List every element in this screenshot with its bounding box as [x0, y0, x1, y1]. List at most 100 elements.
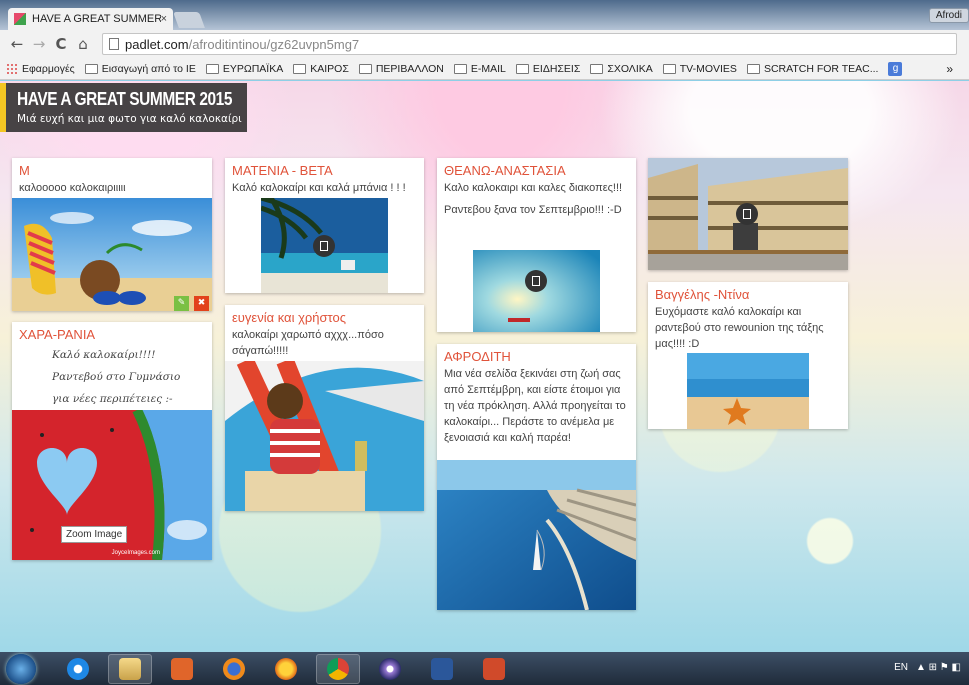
post-title: ΜΑΤΕΝΙΑ - ΒΕΤΑ	[232, 163, 333, 178]
starfish-beach-image[interactable]	[687, 353, 809, 429]
folder-icon	[746, 63, 760, 74]
taskbar-app-icon[interactable]	[368, 654, 412, 684]
beach-sandals-image[interactable]	[12, 198, 212, 311]
browser-titlebar: HAVE A GREAT SUMMER × Afrodi	[0, 0, 969, 30]
post-title: ΧΑΡΑ-ΡΑΝΙΑ	[19, 327, 96, 342]
bookmark-label: ΣΧΟΛΙΚΑ	[607, 62, 653, 75]
url-path: /afroditintinou/gz62uvpn5mg7	[188, 36, 360, 52]
document-icon	[313, 235, 335, 257]
back-arrow-icon[interactable]: ←	[6, 35, 28, 53]
board-header: HAVE A GREAT SUMMER 2015 Μιά ευχή και μι…	[0, 83, 247, 132]
post-text: Καλό καλοκαίρι και καλά μπάνια ! ! !	[232, 182, 406, 194]
school-building-image[interactable]	[648, 158, 848, 270]
post-text: Ευχόμαστε καλό καλοκαίρι και ραντεβού στ…	[655, 306, 824, 350]
folder-icon	[205, 63, 219, 74]
start-button[interactable]	[6, 653, 36, 684]
bookmark-label: ΕΙΔΗΣΕΙΣ	[532, 62, 581, 75]
folder-icon	[453, 63, 467, 74]
monkey-umbrella-illustration	[225, 361, 424, 511]
address-bar[interactable]: padlet.com/afroditintinou/gz62uvpn5mg7	[102, 33, 957, 55]
padlet-favicon-icon	[14, 13, 26, 25]
post-vaggelis-ntina[interactable]: Βαγγέλης -Ντίνα Ευχόμαστε καλό καλοκαίρι…	[648, 282, 848, 429]
post-afroditi[interactable]: ΑΦΡΟΔΙΤΗ Μια νέα σελίδα ξεκινάει στη ζωή…	[437, 344, 636, 610]
post-school-photo[interactable]	[648, 158, 848, 270]
bookmark-label: E-MAIL	[470, 62, 506, 75]
post-text: Ραντεβου ξανα τον Σεπτεμβριο!!! :-D	[444, 204, 622, 216]
taskbar-app-icon[interactable]	[264, 654, 308, 684]
board-title: HAVE A GREAT SUMMER 2015	[17, 89, 233, 109]
forward-arrow-icon[interactable]: →	[28, 35, 50, 53]
bookmark-folder[interactable]: ΠΕΡΙΒΑΛΛΟΝ	[358, 62, 444, 75]
taskbar-explorer-icon[interactable]	[108, 653, 152, 684]
sunset-boat-image[interactable]	[473, 250, 600, 332]
zoom-image-button[interactable]: Zoom Image	[61, 526, 128, 543]
bookmark-label: SCRATCH FOR TEAC...	[763, 62, 879, 75]
taskbar-word-icon[interactable]	[420, 654, 464, 684]
folder-icon	[662, 63, 676, 74]
beach-sandals-illustration	[12, 198, 212, 311]
bookmark-folder[interactable]: SCRATCH FOR TEAC...	[746, 62, 879, 75]
taskbar-media-player-icon[interactable]	[160, 654, 204, 684]
bookmark-folder[interactable]: TV-MOVIES	[662, 63, 737, 75]
new-tab-button[interactable]	[173, 12, 205, 28]
tab-title: HAVE A GREAT SUMMER	[32, 13, 161, 25]
palm-beach-image[interactable]	[261, 198, 388, 293]
browser-toolbar: ← → C ⌂ padlet.com/afroditintinou/gz62uv…	[0, 30, 969, 58]
post-matenia-beta[interactable]: ΜΑΤΕΝΙΑ - ΒΕΤΑ Καλό καλοκαίρι και καλά μ…	[225, 158, 424, 293]
bookmark-folder[interactable]: E-MAIL	[453, 62, 506, 75]
bookmarks-more-button[interactable]: »	[946, 62, 953, 76]
windows-taskbar: EN ▲ ⊞ ⚑ ◧	[0, 652, 969, 685]
post-title: ΘΕΑΝΩ-ΑΝΑΣΤΑΣΙΑ	[444, 163, 566, 178]
document-icon	[736, 203, 758, 225]
post-eugenia-xristos[interactable]: ευγενία και χρήστος καλοκαίρι χαρωπό αχχ…	[225, 305, 424, 511]
starfish-beach-illustration	[687, 353, 809, 429]
post-text: καλοοοοο καλοκαιριιιιι	[19, 182, 126, 194]
post-title: Μ	[19, 163, 30, 178]
language-indicator[interactable]: EN	[894, 662, 908, 673]
post-text: καλοκαίρι χαρωπό αχχχ...πόσο σάγαπώ!!!!!	[232, 329, 384, 357]
burj-al-arab-image[interactable]	[437, 460, 636, 610]
taskbar-ie-icon[interactable]	[56, 654, 100, 684]
board-subtitle: Μιά ευχή και μια φωτο για καλό καλοκαίρι	[17, 113, 242, 125]
post-line: για νέες περιπέτειες :-	[52, 393, 173, 405]
post-m[interactable]: Μ καλοοοοο καλοκαιριιιιι ✎ ✖	[12, 158, 212, 311]
page-icon	[109, 38, 119, 50]
bookmark-label: ΠΕΡΙΒΑΛΛΟΝ	[375, 62, 444, 75]
edit-post-icon[interactable]: ✎	[174, 296, 189, 311]
taskbar-firefox-icon[interactable]	[212, 654, 256, 684]
bookmark-folder[interactable]: ΚΑΙΡΟΣ	[293, 63, 349, 75]
coastline-aerial-illustration	[437, 460, 636, 610]
bookmark-folder[interactable]: Εισαγωγή από το IE	[84, 62, 196, 75]
home-icon[interactable]: ⌂	[72, 35, 94, 53]
folder-icon	[84, 63, 98, 74]
folder-icon	[590, 63, 604, 74]
post-xara-rania[interactable]: ΧΑΡΑ-ΡΑΝΙΑ Καλό καλοκαίρι!!!! Ραντεβού σ…	[12, 322, 212, 560]
window-user-badge[interactable]: Afrodi	[928, 8, 969, 23]
post-text: Καλό καλοκαίρι!!!! Ραντεβού στο Γυμνάσιο…	[12, 344, 212, 410]
post-title: ευγενία και χρήστος	[232, 310, 346, 325]
bookmark-label: Εφαρμογές	[22, 62, 75, 75]
bookmark-folder[interactable]: ΕΥΡΩΠΑΪΚΑ	[205, 62, 284, 75]
bookmark-folder[interactable]: ΣΧΟΛΙΚΑ	[590, 62, 653, 75]
delete-post-icon[interactable]: ✖	[194, 296, 209, 311]
reload-icon[interactable]: C	[50, 35, 72, 53]
system-tray: EN ▲ ⊞ ⚑ ◧	[894, 662, 961, 673]
bookmark-folder[interactable]: ΕΙΔΗΣΕΙΣ	[515, 62, 581, 75]
tab-close-icon[interactable]: ×	[161, 13, 167, 25]
bookmark-apps[interactable]: Εφαρμογές	[6, 63, 75, 75]
post-theano-anastasia[interactable]: ΘΕΑΝΩ-ΑΝΑΣΤΑΣΙΑ Καλο καλοκαιρι και καλες…	[437, 158, 636, 332]
bookmark-label: ΕΥΡΩΠΑΪΚΑ	[222, 62, 284, 75]
bookmark-label: Εισαγωγή από το IE	[101, 62, 196, 75]
google-bookmark-icon[interactable]: g	[888, 61, 903, 76]
browser-tab[interactable]: HAVE A GREAT SUMMER ×	[8, 8, 173, 30]
post-title: Βαγγέλης -Ντίνα	[655, 287, 750, 302]
post-line: Καλό καλοκαίρι!!!!	[52, 349, 156, 361]
image-credit: JoyceImages.com	[111, 550, 160, 556]
taskbar-app-icon[interactable]	[472, 654, 516, 684]
bookmark-label: ΚΑΙΡΟΣ	[310, 62, 349, 75]
folder-icon	[358, 63, 372, 74]
watermelon-heart-image[interactable]: Zoom Image JoyceImages.com	[12, 410, 212, 560]
monkey-umbrella-image[interactable]	[225, 361, 424, 511]
tray-icons[interactable]: ▲ ⊞ ⚑ ◧	[916, 662, 961, 673]
taskbar-chrome-icon[interactable]	[316, 653, 360, 684]
